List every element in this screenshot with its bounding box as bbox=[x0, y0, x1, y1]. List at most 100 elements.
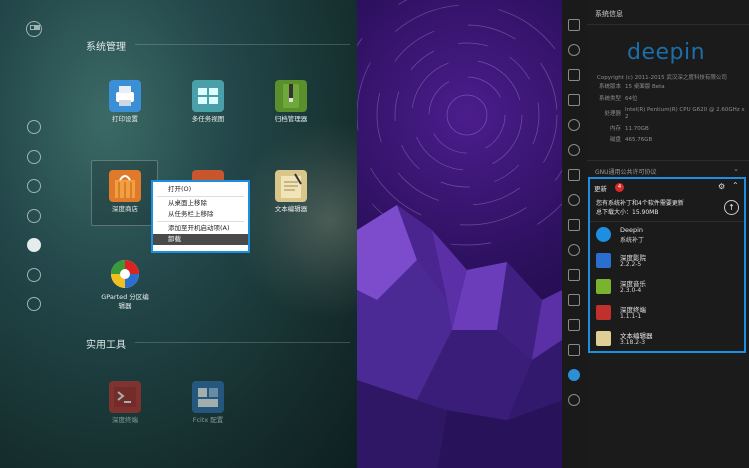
gear-icon[interactable]: ⚙ bbox=[718, 182, 725, 191]
update-title: 更新 bbox=[594, 185, 607, 193]
update-section: 更新 4 ⚙ ⌃ 您有系统补丁和4个软件需要更新 总下载大小：15.90MB ↑… bbox=[588, 177, 746, 353]
info-key: 磁盘 bbox=[609, 137, 621, 143]
panel-title: 系统信息 bbox=[595, 10, 623, 18]
movie-icon bbox=[596, 253, 611, 268]
menu-separator bbox=[157, 221, 244, 222]
system-info-icon[interactable] bbox=[568, 369, 580, 381]
app-archive-manager[interactable]: 归档管理器 bbox=[261, 80, 321, 124]
sound-icon[interactable] bbox=[568, 169, 580, 181]
gparted-icon bbox=[109, 258, 141, 290]
text-editor-icon bbox=[275, 170, 307, 202]
update-package-item: 深度影院 2.2.2-5 bbox=[596, 251, 736, 273]
update-package-item: Deepin 系统补丁 bbox=[596, 225, 736, 247]
category-others-icon[interactable] bbox=[27, 297, 41, 311]
panel-divider bbox=[587, 24, 749, 25]
deepin-logo: deepin bbox=[627, 40, 706, 65]
category-internet-icon[interactable] bbox=[27, 120, 41, 134]
package-version: 2.3.0-4 bbox=[620, 287, 642, 294]
section-title-utilities: 实用工具 bbox=[86, 340, 126, 351]
info-row: 处理器 Intel(R) Pentium(R) CPU G620 @ 2.60G… bbox=[591, 107, 749, 123]
menu-item-remove-from-desktop[interactable]: 从桌面上移除 bbox=[153, 198, 248, 209]
info-row: 系统类型 64位 bbox=[591, 96, 749, 104]
time-date-icon[interactable] bbox=[568, 194, 580, 206]
upgrade-button[interactable]: ↑ bbox=[724, 200, 739, 215]
control-center-sidebar bbox=[562, 0, 587, 468]
context-menu: 打开(O) 从桌面上移除 从任务栏上移除 添加至开机启动项(A) 卸载 bbox=[151, 180, 250, 253]
update-package-item: 文本编辑器 3.18.2-3 bbox=[596, 329, 736, 351]
update-message: 您有系统补丁和4个软件需要更新 总下载大小：15.90MB bbox=[596, 199, 684, 217]
display-icon[interactable] bbox=[568, 69, 580, 81]
terminal-icon bbox=[109, 381, 141, 413]
text-editor-icon bbox=[596, 331, 611, 346]
app-label: 文本编辑器 bbox=[274, 205, 308, 213]
update-package-item: 深度终端 1.1.1-1 bbox=[596, 303, 736, 325]
app-label: 归档管理器 bbox=[274, 115, 308, 123]
app-multitask-view[interactable]: 多任务视图 bbox=[178, 80, 238, 124]
app-label: Fcitx 配置 bbox=[192, 416, 224, 424]
home-icon[interactable] bbox=[568, 19, 580, 31]
info-key: 处理器 bbox=[604, 111, 621, 117]
mouse-icon[interactable] bbox=[568, 244, 580, 256]
package-version: 1.1.1-1 bbox=[620, 313, 642, 320]
shortcuts-icon[interactable] bbox=[568, 294, 580, 306]
section-title-system: 系统管理 bbox=[86, 42, 126, 53]
info-key: 系统类型 bbox=[598, 96, 621, 102]
category-utilities-icon[interactable] bbox=[27, 267, 41, 282]
keyboard-icon[interactable] bbox=[568, 269, 580, 281]
store-icon bbox=[109, 170, 141, 202]
system-info-panel: 系统信息 deepin Copyright (c) 2011-2015 武汉深之… bbox=[587, 0, 749, 468]
desktop-wallpaper bbox=[357, 0, 562, 468]
menu-item-add-to-startup[interactable]: 添加至开机启动项(A) bbox=[153, 223, 248, 234]
app-label: 打印设置 bbox=[112, 115, 138, 123]
chevron-up-icon[interactable]: ⌃ bbox=[732, 181, 739, 190]
menu-item-remove-from-dock[interactable]: 从任务栏上移除 bbox=[153, 209, 248, 220]
info-row: 系统版本 15 桌面版 Beta bbox=[591, 84, 749, 92]
update-divider bbox=[590, 221, 744, 222]
arrow-up-icon: ↑ bbox=[728, 203, 735, 212]
menu-separator bbox=[157, 196, 244, 197]
app-print-settings[interactable]: 打印设置 bbox=[95, 80, 155, 124]
category-graphics-icon[interactable] bbox=[27, 179, 41, 193]
power-icon[interactable] bbox=[568, 219, 580, 231]
category-office-icon[interactable] bbox=[27, 149, 41, 164]
multitask-icon bbox=[192, 80, 224, 112]
info-key: 内存 bbox=[609, 126, 621, 132]
terminal-icon bbox=[596, 305, 611, 320]
app-gparted[interactable]: GParted 分区编 辑器 bbox=[95, 258, 155, 311]
package-version: 2.2.2-5 bbox=[620, 261, 642, 268]
app-fcitx-config[interactable]: Fcitx 配置 bbox=[178, 381, 238, 425]
deepin-icon bbox=[596, 227, 611, 242]
package-name: Deepin bbox=[620, 226, 644, 234]
copyright-text: Copyright (c) 2011-2015 武汉深之度科技有限公司 bbox=[597, 75, 727, 81]
menu-item-open[interactable]: 打开(O) bbox=[153, 184, 248, 195]
info-row: 磁盘 465.76GB bbox=[591, 137, 749, 145]
app-deepin-terminal[interactable]: 深度终端 bbox=[95, 381, 155, 425]
category-multimedia-icon[interactable] bbox=[27, 208, 41, 223]
default-apps-icon[interactable] bbox=[568, 94, 580, 106]
mode-switch-icon[interactable] bbox=[26, 21, 42, 37]
app-text-editor[interactable]: 文本编辑器 bbox=[261, 170, 321, 214]
info-value: 15 桌面版 Beta bbox=[625, 84, 665, 90]
app-deepin-store[interactable]: 深度商店 bbox=[95, 170, 155, 214]
category-system-icon[interactable] bbox=[27, 238, 41, 252]
grub-icon[interactable] bbox=[568, 344, 580, 356]
menu-item-uninstall[interactable]: 卸载 bbox=[153, 234, 248, 245]
shutdown-icon[interactable] bbox=[568, 394, 580, 406]
update-message-line: 您有系统补丁和4个软件需要更新 bbox=[596, 200, 684, 207]
chevron-down-icon[interactable]: ⌄ bbox=[733, 165, 739, 173]
package-version: 3.18.2-3 bbox=[620, 339, 646, 346]
update-count-badge: 4 bbox=[615, 183, 624, 192]
fcitx-icon bbox=[192, 381, 224, 413]
account-icon[interactable] bbox=[568, 44, 580, 56]
personalization-icon[interactable] bbox=[568, 119, 580, 131]
network-icon[interactable] bbox=[568, 144, 580, 156]
app-label: GParted 分区编 辑器 bbox=[101, 293, 149, 310]
package-version: 系统补丁 bbox=[620, 237, 645, 244]
app-label: 深度商店 bbox=[112, 205, 138, 213]
section-divider bbox=[135, 44, 350, 45]
panel-divider bbox=[587, 160, 749, 161]
info-value: Intel(R) Pentium(R) CPU G620 @ 2.60GHz x… bbox=[625, 107, 745, 120]
license-link[interactable]: GNU通用公共许可协议 bbox=[595, 167, 657, 176]
launcher: 系统管理 打印设置 多任务视图 归档管理器 深度商店 文本编辑器 GParted… bbox=[0, 0, 430, 468]
dock-settings-icon[interactable] bbox=[568, 319, 580, 331]
